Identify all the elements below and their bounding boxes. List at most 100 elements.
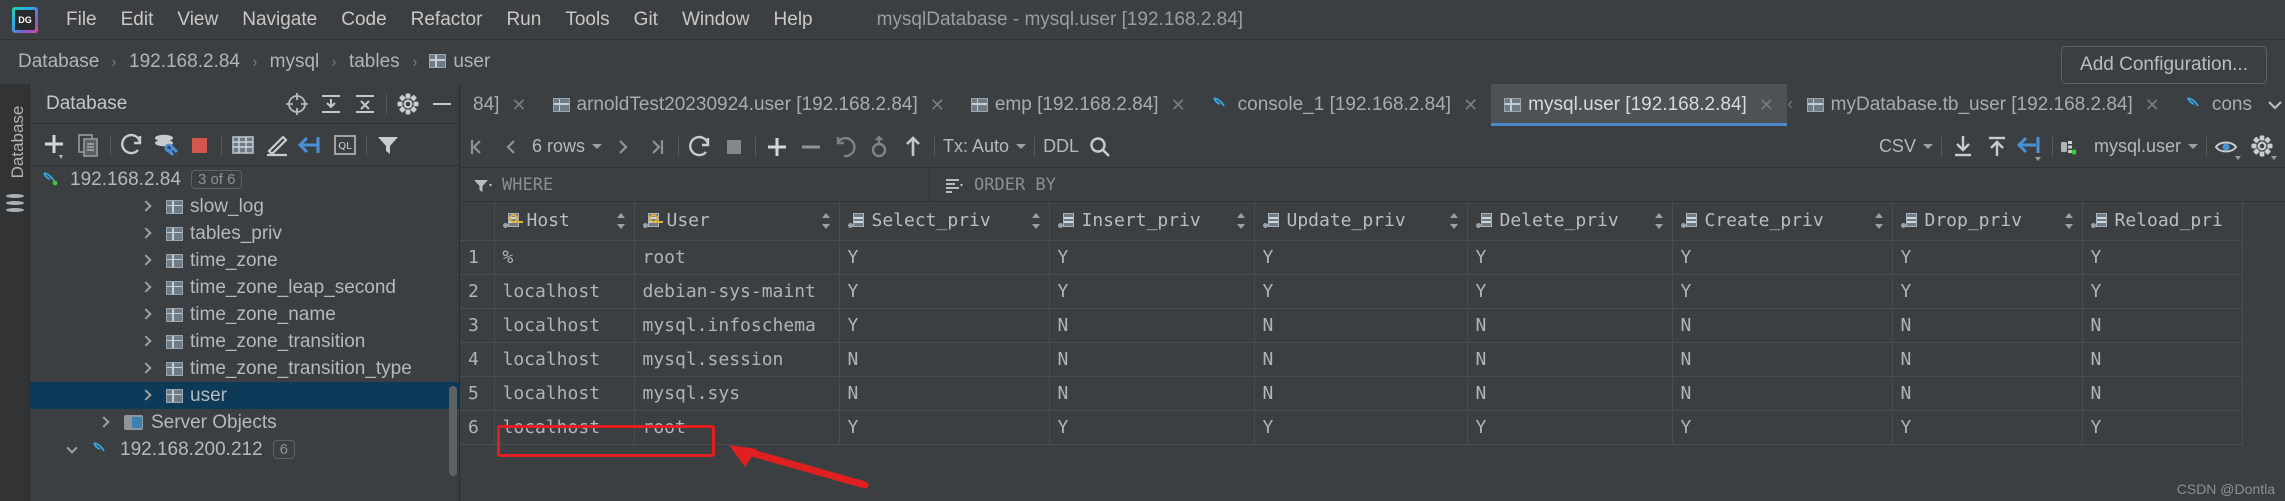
menu-item-git[interactable]: Git	[622, 7, 670, 33]
stop-icon[interactable]	[717, 126, 751, 167]
edit-pencil-icon[interactable]	[260, 124, 294, 166]
cell-delete-priv[interactable]: N	[1467, 342, 1673, 377]
tree-item-table-time-zone[interactable]: time_zone	[30, 247, 459, 274]
cell-reload-priv[interactable]: Y	[2082, 410, 2243, 445]
cell-user[interactable]: root	[634, 240, 840, 275]
column-header-reload-priv[interactable]: Reload_pri	[2082, 202, 2243, 241]
cell-select-priv[interactable]: Y	[839, 410, 1050, 445]
editor-tab-console-1[interactable]: console_1 [192.168.2.84] ✕	[1199, 84, 1492, 126]
jump-to-icon[interactable]	[2014, 126, 2048, 167]
column-header-delete-priv[interactable]: Delete_priv	[1467, 202, 1673, 241]
refresh-icon[interactable]	[683, 126, 717, 167]
collapse-all-icon[interactable]	[348, 84, 382, 124]
cell-drop-priv[interactable]: Y	[1892, 240, 2083, 275]
chevron-down-icon[interactable]	[592, 144, 603, 149]
cell-delete-priv[interactable]: Y	[1467, 274, 1673, 309]
order-by-field[interactable]: ORDER BY	[930, 175, 1056, 195]
cell-user[interactable]: debian-sys-maint	[634, 274, 840, 309]
database-stack-icon[interactable]	[6, 194, 24, 214]
locate-icon[interactable]	[280, 84, 314, 124]
menu-item-run[interactable]: Run	[494, 7, 553, 33]
cell-reload-priv[interactable]: N	[2082, 342, 2243, 377]
sort-arrows-icon[interactable]	[1654, 213, 1664, 229]
cell-drop-priv[interactable]: N	[1892, 308, 2083, 343]
editor-tab-mysql-user[interactable]: mysql.user [192.168.2.84] ✕	[1491, 84, 1787, 126]
column-header-update-priv[interactable]: Update_priv	[1254, 202, 1468, 241]
cell-delete-priv[interactable]: Y	[1467, 240, 1673, 275]
chevron-right-icon[interactable]	[140, 282, 152, 294]
eye-icon[interactable]	[2211, 126, 2245, 167]
cell-drop-priv[interactable]: Y	[1892, 410, 2083, 445]
where-clause-field[interactable]: WHERE	[460, 167, 930, 202]
tree-item-table-user[interactable]: user	[30, 382, 459, 409]
cell-host[interactable]: localhost	[494, 342, 635, 377]
refresh-icon[interactable]	[115, 124, 149, 166]
chevron-right-icon[interactable]	[140, 390, 152, 402]
chevron-right-icon[interactable]	[140, 309, 152, 321]
row-count-label[interactable]: 6 rows	[528, 136, 606, 157]
table-row[interactable]: 5 localhost mysql.sys N N N N N N N	[460, 376, 2243, 411]
chevron-down-icon[interactable]	[68, 444, 80, 456]
sort-arrows-icon[interactable]	[1449, 213, 1459, 229]
table-row[interactable]: 2 localhost debian-sys-maint Y Y Y Y Y Y…	[460, 274, 2243, 309]
cell-select-priv[interactable]: Y	[839, 274, 1050, 309]
table-row[interactable]: 6 localhost root Y Y Y Y Y Y Y	[460, 410, 2243, 445]
next-page-icon[interactable]	[606, 126, 640, 167]
cell-insert-priv[interactable]: N	[1049, 308, 1255, 343]
tree-item-table-time-zone-transition[interactable]: time_zone_transition	[30, 328, 459, 355]
tab-scroll-left-icon[interactable]: ‹	[1787, 84, 1794, 126]
sort-arrows-icon[interactable]	[1031, 213, 1041, 229]
chevron-right-icon[interactable]	[140, 201, 152, 213]
cell-select-priv[interactable]: N	[839, 376, 1050, 411]
minimize-icon[interactable]	[425, 84, 459, 124]
tree-item-table-time-zone-leap-second[interactable]: time_zone_leap_second	[30, 274, 459, 301]
export-format-button[interactable]: CSV	[1875, 136, 1937, 157]
database-tree[interactable]: 192.168.2.84 3 of 6 slow_log tables_priv…	[30, 166, 459, 499]
chevron-down-icon[interactable]	[2188, 144, 2198, 149]
menu-item-refactor[interactable]: Refactor	[399, 7, 495, 33]
chevron-right-icon[interactable]	[140, 228, 152, 240]
menu-item-file[interactable]: File	[54, 7, 109, 33]
result-data-grid[interactable]: Host User Select_priv Insert_priv Update…	[460, 202, 2285, 501]
add-row-icon[interactable]	[760, 126, 794, 167]
cell-update-priv[interactable]: Y	[1254, 240, 1468, 275]
menu-item-edit[interactable]: Edit	[109, 7, 166, 33]
editor-tab-arnoldtest-user[interactable]: arnoldTest20230924.user [192.168.2.84] ✕	[540, 84, 958, 126]
gear-icon[interactable]	[2245, 126, 2285, 167]
last-page-icon[interactable]	[640, 126, 674, 167]
column-header-drop-priv[interactable]: Drop_priv	[1892, 202, 2083, 241]
column-header-select-priv[interactable]: Select_priv	[839, 202, 1050, 241]
breadcrumb-item-table[interactable]: user	[429, 51, 490, 73]
chevron-right-icon[interactable]	[140, 363, 152, 375]
cell-delete-priv[interactable]: N	[1467, 308, 1673, 343]
cell-host[interactable]: localhost	[494, 308, 635, 343]
table-row[interactable]: 1 % root Y Y Y Y Y Y Y	[460, 240, 2243, 275]
tree-item-table-time-zone-transition-type[interactable]: time_zone_transition_type	[30, 355, 459, 382]
chevron-right-icon[interactable]	[98, 417, 110, 429]
cell-host[interactable]: localhost	[494, 410, 635, 445]
ql-console-icon[interactable]: QL	[328, 124, 362, 166]
commit-icon[interactable]	[862, 126, 896, 167]
cell-create-priv[interactable]: N	[1672, 308, 1893, 343]
cell-insert-priv[interactable]: N	[1049, 376, 1255, 411]
editor-tab-console-partial[interactable]: cons	[2173, 84, 2265, 126]
menu-item-code[interactable]: Code	[329, 7, 398, 33]
cell-update-priv[interactable]: N	[1254, 342, 1468, 377]
cell-select-priv[interactable]: Y	[839, 240, 1050, 275]
funnel-icon[interactable]	[474, 178, 492, 192]
menu-item-navigate[interactable]: Navigate	[230, 7, 329, 33]
sort-arrows-icon[interactable]	[1236, 213, 1246, 229]
close-icon[interactable]: ✕	[1463, 96, 1478, 114]
cell-delete-priv[interactable]: N	[1467, 376, 1673, 411]
menu-item-view[interactable]: View	[165, 7, 230, 33]
submit-icon[interactable]	[896, 126, 930, 167]
search-icon[interactable]	[1083, 126, 1117, 167]
cell-reload-priv[interactable]: Y	[2082, 274, 2243, 309]
breadcrumb-item-host[interactable]: 192.168.2.84	[129, 51, 240, 73]
menu-item-tools[interactable]: Tools	[553, 7, 621, 33]
sort-arrows-icon[interactable]	[821, 213, 831, 229]
sort-icon[interactable]	[946, 178, 964, 193]
cell-user[interactable]: mysql.infoschema	[634, 308, 840, 343]
chevron-down-icon[interactable]	[1016, 144, 1027, 149]
add-configuration-button[interactable]: Add Configuration...	[2061, 46, 2267, 84]
